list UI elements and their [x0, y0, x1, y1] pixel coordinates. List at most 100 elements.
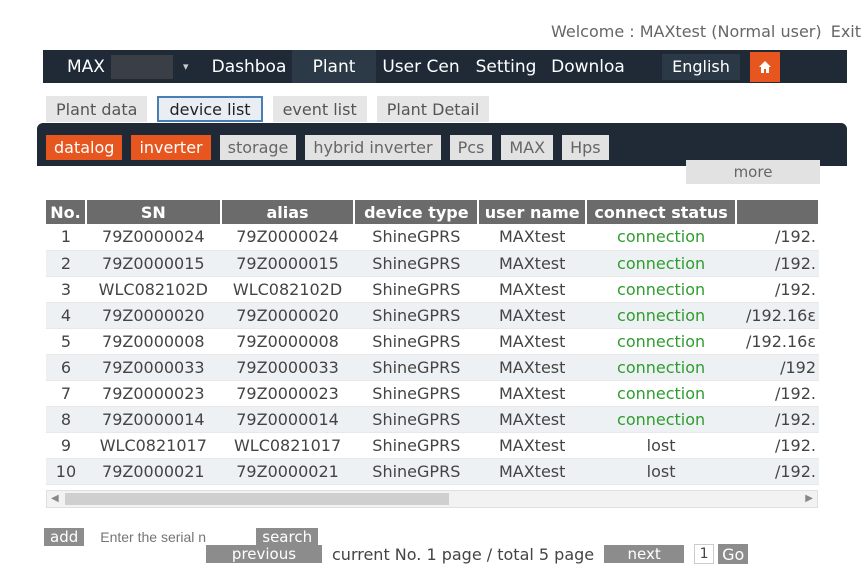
cell-sn: 79Z0000021: [85, 458, 221, 485]
table-row[interactable]: 2 79Z0000015 79Z0000015 ShineGPRS MAXtest con…: [46, 250, 819, 277]
scrollbar-thumb[interactable]: [65, 493, 449, 505]
tab-device-list[interactable]: device list: [157, 96, 263, 122]
language-selector[interactable]: English: [662, 53, 740, 80]
cell-connect-status: connection: [586, 276, 737, 303]
cell-alias: WLC082102D: [220, 276, 355, 303]
tab-plant-data[interactable]: Plant data: [46, 96, 148, 122]
cell-ip: /192.: [736, 250, 819, 277]
cell-no: 5: [46, 328, 86, 355]
cell-sn: 79Z0000008: [85, 328, 221, 355]
nav-setting[interactable]: Setting: [466, 50, 546, 83]
tab-hps[interactable]: Hps: [562, 135, 609, 160]
next-button[interactable]: next: [604, 545, 685, 563]
cell-device-type: ShineGPRS: [354, 354, 479, 381]
cell-sn: 79Z0000014: [85, 406, 221, 433]
tab-plant-detail[interactable]: Plant Detail: [376, 96, 490, 122]
cell-alias: WLC0821017: [220, 432, 355, 459]
main-navbar: MAX ▾ Dashboa Plant User Cen Setting Dow…: [43, 50, 847, 83]
cell-user-name: MAXtest: [478, 224, 587, 251]
page-number-input[interactable]: 1: [694, 544, 715, 564]
device-type-tabs: datalog inverter storage hybrid inverter…: [46, 135, 618, 160]
user-name: MAX: [67, 56, 105, 77]
col-alias[interactable]: alias: [220, 200, 356, 224]
col-sn[interactable]: SN: [85, 200, 222, 224]
table-row[interactable]: 9 WLC0821017 WLC0821017 ShineGPRS MAXtest los…: [46, 432, 819, 459]
cell-device-type: ShineGPRS: [354, 458, 479, 485]
cell-connect-status: connection: [586, 224, 737, 251]
user-selector[interactable]: MAX ▾: [43, 50, 206, 83]
page-info: current No. 1 page / total 5 page: [332, 544, 595, 564]
cell-connect-status: lost: [586, 432, 737, 459]
scroll-left-icon[interactable]: ◀: [51, 491, 59, 507]
cell-ip: /192.: [736, 224, 819, 251]
cell-sn: 79Z0000033: [85, 354, 221, 381]
tab-datalog[interactable]: datalog: [46, 135, 123, 160]
nav-plant[interactable]: Plant: [292, 50, 376, 83]
cell-alias: 79Z0000024: [220, 224, 355, 251]
redacted-block: [110, 54, 173, 79]
tab-hybrid-inverter[interactable]: hybrid inverter: [305, 135, 441, 160]
tab-max[interactable]: MAX: [501, 135, 554, 160]
cell-ip: /192.16ε: [736, 328, 819, 355]
table-row[interactable]: 3 WLC082102D WLC082102D ShineGPRS MAXtest con…: [46, 276, 819, 303]
cell-user-name: MAXtest: [478, 302, 587, 329]
col-no[interactable]: No.: [46, 200, 87, 224]
tab-pcs[interactable]: Pcs: [449, 135, 493, 160]
cell-alias: 79Z0000008: [220, 328, 355, 355]
col-ip[interactable]: [736, 200, 820, 224]
table-header-row: No. SN alias device type user name conne…: [46, 200, 820, 224]
cell-alias: 79Z0000023: [220, 380, 355, 407]
more-button[interactable]: more: [686, 160, 820, 184]
col-connect-status[interactable]: connect status: [586, 200, 738, 224]
cell-sn: WLC082102D: [85, 276, 221, 303]
cell-user-name: MAXtest: [478, 354, 587, 381]
table-row[interactable]: 10 79Z0000021 79Z0000021 ShineGPRS MAXtest lo…: [46, 458, 819, 485]
cell-device-type: ShineGPRS: [354, 406, 479, 433]
cell-alias: 79Z0000020: [220, 302, 355, 329]
home-icon[interactable]: [750, 51, 780, 82]
add-button[interactable]: add: [44, 528, 85, 546]
cell-sn: 79Z0000023: [85, 380, 221, 407]
tab-storage[interactable]: storage: [219, 135, 297, 160]
cell-ip: /192.: [736, 458, 819, 485]
cell-user-name: MAXtest: [478, 250, 587, 277]
tab-inverter[interactable]: inverter: [131, 135, 211, 160]
table-row[interactable]: 1 79Z0000024 79Z0000024 ShineGPRS MAXtest con…: [46, 224, 819, 251]
go-button[interactable]: Go: [718, 544, 749, 564]
col-device-type[interactable]: device type: [354, 200, 480, 224]
table-row[interactable]: 5 79Z0000008 79Z0000008 ShineGPRS MAXtest con…: [46, 328, 819, 355]
cell-ip: /192.: [736, 406, 819, 433]
horizontal-scrollbar[interactable]: ◀ ▶: [46, 490, 818, 508]
table-row[interactable]: 7 79Z0000023 79Z0000023 ShineGPRS MAXtest con…: [46, 380, 819, 407]
exit-link[interactable]: Exit: [831, 22, 861, 41]
device-table: No. SN alias device type user name conne…: [46, 200, 820, 485]
nav-user-center[interactable]: User Cen: [376, 50, 466, 83]
cell-alias: 79Z0000021: [220, 458, 355, 485]
previous-button[interactable]: previous: [206, 545, 322, 563]
nav-dashboard[interactable]: Dashboa: [206, 50, 292, 83]
cell-connect-status: connection: [586, 354, 737, 381]
cell-ip: /192.: [736, 380, 819, 407]
cell-device-type: ShineGPRS: [354, 432, 479, 459]
welcome-bar: Welcome : MAXtest (Normal user) Exit: [441, 22, 861, 41]
cell-connect-status: connection: [586, 406, 737, 433]
cell-ip: /192.: [736, 276, 819, 303]
tab-event-list[interactable]: event list: [272, 96, 367, 122]
cell-connect-status: connection: [586, 380, 737, 407]
cell-alias: 79Z0000014: [220, 406, 355, 433]
cell-connect-status: connection: [586, 328, 737, 355]
col-user-name[interactable]: user name: [478, 200, 588, 224]
scroll-right-icon[interactable]: ▶: [805, 491, 813, 507]
cell-connect-status: lost: [586, 458, 737, 485]
cell-connect-status: connection: [586, 302, 737, 329]
chevron-down-icon: ▾: [182, 60, 189, 73]
table-row[interactable]: 8 79Z0000014 79Z0000014 ShineGPRS MAXtest con…: [46, 406, 819, 433]
table-row[interactable]: 6 79Z0000033 79Z0000033 ShineGPRS MAXtest con…: [46, 354, 819, 381]
cell-connect-status: connection: [586, 250, 737, 277]
device-table-container: No. SN alias device type user name conne…: [46, 200, 820, 488]
cell-user-name: MAXtest: [478, 406, 587, 433]
cell-no: 7: [46, 380, 86, 407]
nav-download[interactable]: Downloa: [546, 50, 630, 83]
table-row[interactable]: 4 79Z0000020 79Z0000020 ShineGPRS MAXtest con…: [46, 302, 819, 329]
cell-alias: 79Z0000015: [220, 250, 355, 277]
